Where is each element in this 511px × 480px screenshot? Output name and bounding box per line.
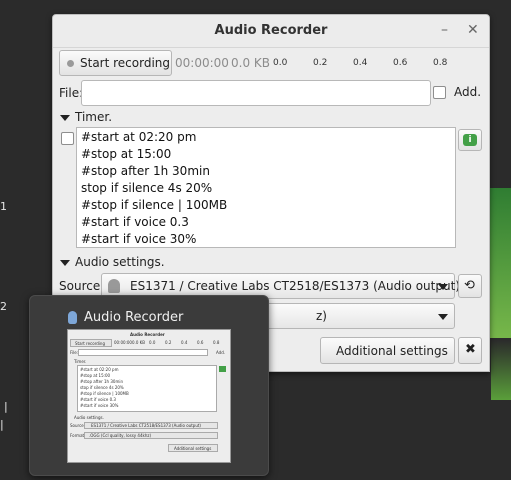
level-meter-tick: 0.8 [433, 58, 448, 68]
thumb-timer-line: #start at 02:20 pm [80, 367, 119, 372]
start-recording-button[interactable]: Start recording [59, 50, 172, 76]
close-button[interactable]: ✕ [467, 22, 479, 38]
timer-expander-icon[interactable] [60, 115, 70, 121]
audio-settings-expander-icon[interactable] [60, 260, 70, 266]
thumb-tick: 0.8 [213, 340, 220, 345]
desktop-wallpaper-logo [491, 340, 511, 400]
desktop-label: 1 [0, 200, 7, 213]
timer-info-button[interactable]: i [458, 129, 482, 151]
thumb-timer-line: stop if silence 4s 20% [80, 385, 124, 390]
thumb-add-label: Add. [216, 350, 226, 355]
file-label: File: [59, 86, 84, 100]
thumb-timer-line: #stop at 15:00 [80, 373, 111, 378]
microphone-icon [68, 311, 77, 324]
thumb-tick: 0.6 [197, 340, 204, 345]
thumb-format-value: .OGG (Ccl quality, lossy 44khz) [89, 433, 152, 438]
preview-title: Audio Recorder [84, 310, 184, 325]
file-size: 0.0 KB [231, 56, 270, 70]
timer-text-area[interactable]: #start at 02:20 pm #stop at 15:00 #stop … [76, 127, 456, 248]
info-icon: i [463, 134, 477, 146]
timer-header[interactable]: Timer. [75, 110, 112, 124]
start-recording-label: Start recording [80, 56, 171, 70]
thumb-tick: 0.4 [181, 340, 188, 345]
close-icon: ✖ [465, 342, 476, 357]
timer-enable-checkbox[interactable] [61, 132, 74, 145]
thumb-timer-line: #stop if silence | 100MB [80, 391, 129, 396]
level-meter-tick: 0.4 [353, 58, 368, 68]
timer-line: #start at 02:20 pm [81, 130, 197, 144]
thumb-source-value: ES1371 / Creative Labs CT2518/ES1373 (Au… [91, 423, 201, 428]
additional-settings-button[interactable]: Additional settings [320, 337, 455, 364]
add-label: Add. [454, 85, 482, 99]
thumb-title: Audio Recorder [130, 332, 165, 337]
thumb-file-input [78, 349, 208, 356]
thumb-additional-button: Additional settings [168, 444, 218, 452]
format-value-fragment: z) [316, 309, 327, 323]
source-value: ES1371 / Creative Labs CT2518/ES1373 (Au… [130, 279, 460, 293]
level-meter-tick: 0.0 [273, 58, 288, 68]
additional-settings-label: Additional settings [336, 344, 448, 358]
file-input[interactable] [81, 80, 431, 106]
window-preview-popup[interactable]: Audio Recorder Audio Recorder Start reco… [29, 295, 269, 476]
audio-settings-header[interactable]: Audio settings. [75, 255, 165, 269]
thumb-start-button: Start recording [70, 339, 112, 347]
thumb-tick: 0.0 [149, 340, 156, 345]
timer-line: #stop if silence | 100MB [81, 198, 228, 212]
window-title: Audio Recorder [214, 23, 328, 38]
level-meter-tick: 0.6 [393, 58, 408, 68]
source-label: Source: [59, 279, 105, 293]
thumb-source-combo: ES1371 / Creative Labs CT2518/ES1373 (Au… [84, 422, 218, 429]
refresh-icon: ⟲ [464, 278, 475, 293]
thumb-timer-line: #start if voice 0.3 [80, 397, 116, 402]
timer-line: #stop after 1h 30min [81, 164, 210, 178]
title-bar: Audio Recorder – ✕ [53, 15, 489, 48]
desktop-label: | [0, 418, 4, 431]
thumb-format-combo: .OGG (Ccl quality, lossy 44khz) [84, 432, 218, 439]
timer-line: #stop at 15:00 [81, 147, 172, 161]
timer-line: stop if silence 4s 20% [81, 181, 213, 195]
thumb-timer-area: #start at 02:20 pm #stop at 15:00 #stop … [77, 365, 217, 412]
chevron-down-icon [438, 284, 448, 290]
minimize-button[interactable]: – [441, 22, 448, 38]
thumb-source-label: Source: [70, 423, 86, 428]
chevron-down-icon [438, 314, 448, 320]
thumb-file-label: File: [70, 350, 79, 355]
desktop-label: | [4, 400, 8, 413]
preview-thumbnail[interactable]: Audio Recorder Start recording 00:00:00 … [67, 329, 231, 463]
thumb-additional-label: Additional settings [174, 446, 212, 451]
thumb-start-label: Start recording [75, 341, 106, 346]
timer-line: #start if voice 0.3 [81, 215, 189, 229]
thumb-timer-header: Timer. [74, 359, 87, 364]
thumb-time: 00:00:00 [114, 340, 132, 345]
speaker-icon [108, 279, 120, 293]
thumb-size: 0.0 KB [132, 340, 145, 345]
thumb-timer-line: #stop after 1h 30min [80, 379, 123, 384]
close-settings-button[interactable]: ✖ [458, 337, 482, 364]
level-meter-tick: 0.2 [313, 58, 328, 68]
add-checkbox[interactable] [433, 86, 446, 99]
elapsed-time: 00:00:00 [175, 56, 229, 70]
thumb-audio-header: Audio settings. [74, 415, 104, 420]
thumb-info-icon [219, 366, 226, 372]
desktop-label: 2 [0, 300, 7, 313]
thumb-tick: 0.2 [165, 340, 172, 345]
timer-line: #start if voice 30% [81, 232, 197, 246]
thumb-timer-line: #start if voice 30% [80, 403, 119, 408]
refresh-source-button[interactable]: ⟲ [458, 274, 482, 298]
record-dot-icon [67, 60, 74, 67]
